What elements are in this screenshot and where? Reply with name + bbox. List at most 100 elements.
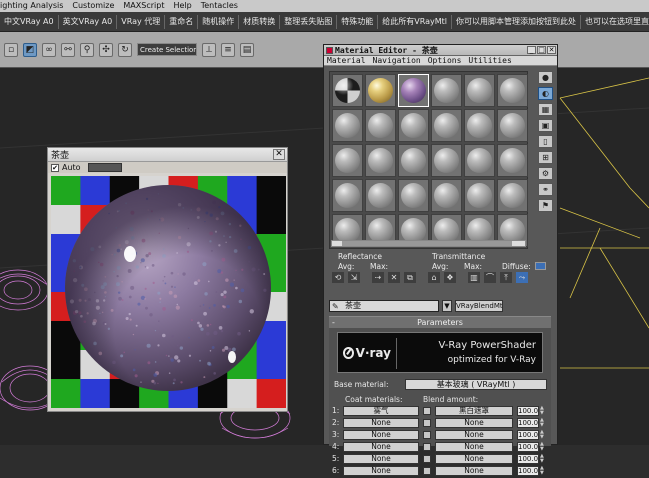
make-unique-icon[interactable]: ⧉ bbox=[404, 272, 416, 283]
auto-checkbox[interactable]: ✔ bbox=[51, 163, 59, 172]
blend-amount-spinner[interactable]: 100.0 bbox=[517, 430, 539, 440]
material-slot[interactable] bbox=[464, 74, 495, 107]
material-slot[interactable] bbox=[431, 144, 462, 177]
material-slot[interactable] bbox=[398, 179, 429, 212]
material-slot[interactable] bbox=[431, 179, 462, 212]
material-slot[interactable] bbox=[332, 74, 363, 107]
material-name-dropdown[interactable]: ▼ bbox=[442, 300, 452, 312]
render-frame-window[interactable]: 茶壶 ✕ ✔ Auto bbox=[47, 147, 288, 412]
coat-material-button[interactable]: None bbox=[343, 418, 419, 428]
video-check-icon[interactable]: ▯ bbox=[538, 135, 553, 148]
material-slot[interactable] bbox=[431, 74, 462, 107]
material-slot[interactable] bbox=[464, 109, 495, 142]
coat-material-button[interactable]: None bbox=[343, 430, 419, 440]
material-slot[interactable] bbox=[398, 74, 429, 107]
spinner-arrows-icon[interactable]: ▲ ▼ bbox=[540, 454, 546, 464]
menu-material[interactable]: Material bbox=[327, 56, 366, 65]
material-slot[interactable] bbox=[365, 109, 396, 142]
coat-enable-checkbox[interactable] bbox=[423, 419, 431, 427]
material-slot[interactable] bbox=[365, 179, 396, 212]
material-slot[interactable] bbox=[497, 109, 528, 142]
material-name-input[interactable]: ✎ 茶壶 bbox=[329, 300, 439, 312]
material-slot[interactable] bbox=[464, 179, 495, 212]
menu-tentacles[interactable]: Tentacles bbox=[201, 0, 238, 12]
coat-enable-checkbox[interactable] bbox=[423, 455, 431, 463]
material-editor-window[interactable]: Material Editor - 茶壶 _ □ ✕ Material Navi… bbox=[323, 44, 558, 476]
blend-amount-spinner[interactable]: 100.0 bbox=[517, 418, 539, 428]
blend-map-button[interactable]: 黑白遮罩 bbox=[435, 406, 513, 416]
toolbar-english-vray-button[interactable]: 英文VRay A0 bbox=[59, 14, 118, 29]
material-slot[interactable] bbox=[332, 144, 363, 177]
put-to-scene-icon[interactable]: ⇲ bbox=[348, 272, 360, 283]
toolbar-chinese-vray-button[interactable]: 中文VRay A0 bbox=[0, 14, 59, 29]
move-icon[interactable]: ✣ bbox=[99, 42, 113, 57]
selection-set-dropdown[interactable]: Create Selection Se bbox=[137, 43, 197, 56]
close-icon[interactable]: ✕ bbox=[273, 149, 285, 160]
blend-map-button[interactable]: None bbox=[435, 430, 513, 440]
blend-amount-spinner[interactable]: 100.0 bbox=[517, 466, 539, 476]
coat-enable-checkbox[interactable] bbox=[423, 407, 431, 415]
minimize-icon[interactable]: _ bbox=[527, 46, 536, 54]
toolbar-options-hint-button[interactable]: 也可以在选项里直接添加 bbox=[581, 15, 649, 29]
material-slot[interactable] bbox=[497, 74, 528, 107]
material-slot[interactable] bbox=[398, 144, 429, 177]
show-end-result-icon[interactable]: ⌒ bbox=[484, 272, 496, 283]
close-icon[interactable]: ✕ bbox=[547, 46, 556, 54]
material-editor-titlebar[interactable]: Material Editor - 茶壶 _ □ ✕ bbox=[324, 45, 557, 56]
toolbar-special-button[interactable]: 特殊功能 bbox=[337, 14, 379, 29]
coat-material-button[interactable]: None bbox=[343, 442, 419, 452]
coat-material-button[interactable]: None bbox=[343, 466, 419, 476]
slot-scrollbar[interactable] bbox=[331, 240, 526, 247]
material-slot[interactable] bbox=[365, 144, 396, 177]
rotate-icon[interactable]: ↻ bbox=[118, 42, 132, 57]
material-slot[interactable] bbox=[497, 179, 528, 212]
base-material-button[interactable]: 基本玻璃 ( VRayMtl ) bbox=[405, 379, 547, 390]
select-by-material-icon[interactable]: ⚭ bbox=[538, 183, 553, 196]
material-effects-icon[interactable]: ❖ bbox=[444, 272, 456, 283]
link-icon[interactable]: ∞ bbox=[42, 42, 56, 57]
menu-customize[interactable]: Customize bbox=[72, 0, 114, 12]
coat-enable-checkbox[interactable] bbox=[423, 467, 431, 475]
material-slot[interactable] bbox=[398, 109, 429, 142]
options-icon[interactable]: ⚙ bbox=[538, 167, 553, 180]
material-type-button[interactable]: VRayBlendMtl bbox=[455, 300, 503, 312]
layer-icon[interactable]: ▤ bbox=[240, 42, 254, 57]
material-slot[interactable] bbox=[332, 179, 363, 212]
coat-enable-checkbox[interactable] bbox=[423, 443, 431, 451]
select-region-icon[interactable]: ▫ bbox=[4, 42, 18, 57]
toolbar-rename-button[interactable]: 重命名 bbox=[165, 14, 199, 29]
slot-scroll-thumb[interactable] bbox=[342, 241, 512, 246]
toolbar-missing-maps-button[interactable]: 整理丢失贴图 bbox=[280, 14, 338, 29]
blend-map-button[interactable]: None bbox=[435, 466, 513, 476]
toolbar-random-op-button[interactable]: 随机操作 bbox=[198, 14, 240, 29]
blend-amount-spinner[interactable]: 100.0 bbox=[517, 442, 539, 452]
coat-material-button[interactable]: None bbox=[343, 454, 419, 464]
diffuse-swatch[interactable] bbox=[535, 262, 546, 270]
toolbar-script-hint-button[interactable]: 你可以用脚本管理添加按钮到此处 bbox=[452, 14, 582, 29]
parameters-rollout-header[interactable]: - Parameters bbox=[329, 317, 551, 328]
reset-map-icon[interactable]: ✕ bbox=[388, 272, 400, 283]
toolbar-material-convert-button[interactable]: 材质转换 bbox=[239, 14, 281, 29]
show-map-icon[interactable]: ▥ bbox=[468, 272, 480, 283]
eyedropper-icon[interactable]: ✎ bbox=[332, 302, 339, 312]
rollout-toggle[interactable]: - bbox=[332, 317, 335, 328]
material-slot[interactable] bbox=[431, 109, 462, 142]
material-slot[interactable] bbox=[497, 144, 528, 177]
material-navigator-icon[interactable]: ⚑ bbox=[538, 199, 553, 212]
spinner-arrows-icon[interactable]: ▲ ▼ bbox=[540, 418, 546, 428]
spinner-arrows-icon[interactable]: ▲ ▼ bbox=[540, 406, 546, 416]
make-preview-icon[interactable]: ⊞ bbox=[538, 151, 553, 164]
blend-amount-spinner[interactable]: 100.0 bbox=[517, 406, 539, 416]
mirror-icon[interactable]: ⟂ bbox=[202, 42, 216, 57]
window-crossing-icon[interactable]: ◩ bbox=[23, 42, 37, 57]
go-forward-icon[interactable]: ⤳ bbox=[516, 272, 528, 283]
background-icon[interactable]: ▦ bbox=[538, 103, 553, 116]
spinner-arrows-icon[interactable]: ▲ ▼ bbox=[540, 430, 546, 440]
material-slot[interactable] bbox=[464, 144, 495, 177]
maximize-icon[interactable]: □ bbox=[537, 46, 546, 54]
menu-options[interactable]: Options bbox=[428, 56, 462, 65]
unlink-icon[interactable]: ⚯ bbox=[61, 42, 75, 57]
spinner-arrows-icon[interactable]: ▲ ▼ bbox=[540, 466, 546, 476]
backlight-icon[interactable]: ◐ bbox=[538, 87, 553, 100]
align-icon[interactable]: ≡ bbox=[221, 42, 235, 57]
